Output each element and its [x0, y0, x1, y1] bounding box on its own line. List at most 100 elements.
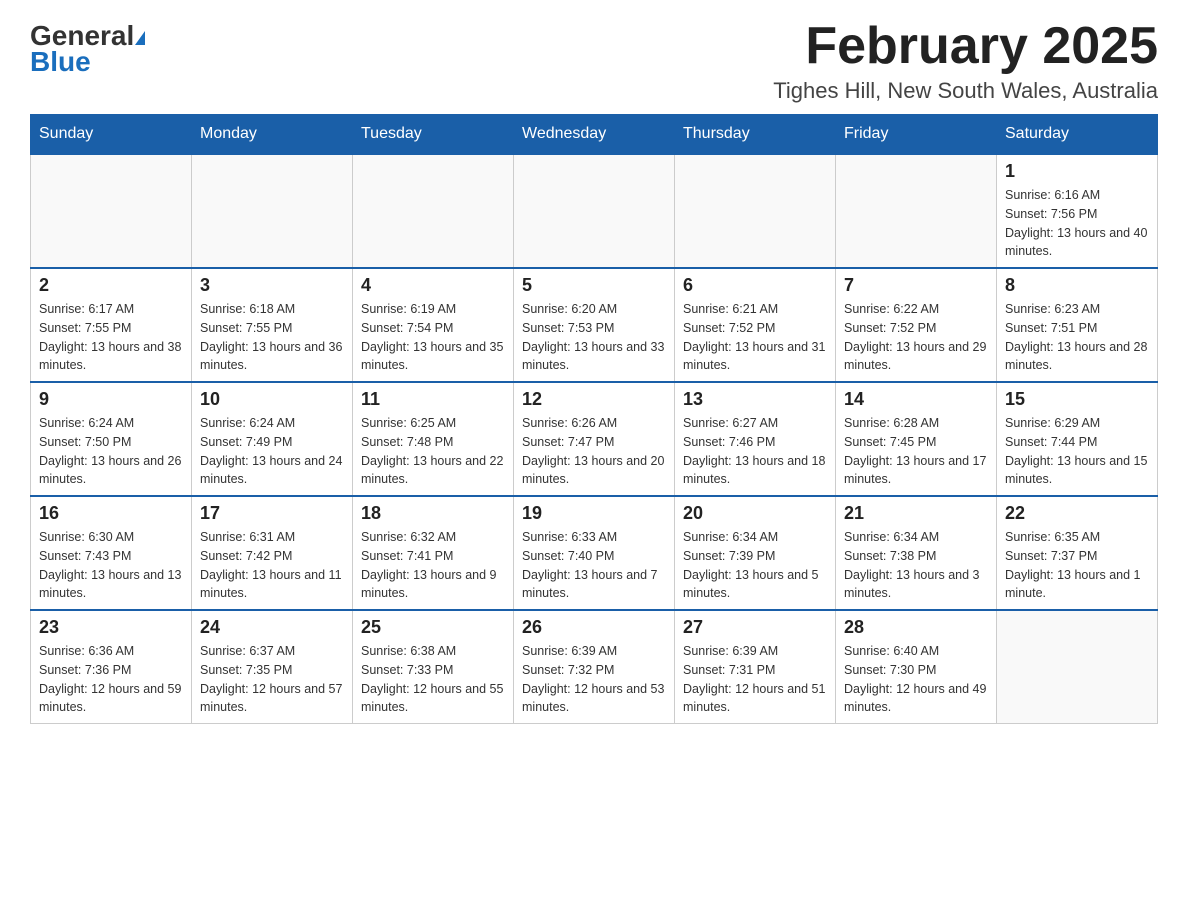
calendar-day-cell: 4Sunrise: 6:19 AM Sunset: 7:54 PM Daylig…	[353, 268, 514, 382]
day-number: 14	[844, 389, 988, 410]
day-info: Sunrise: 6:23 AM Sunset: 7:51 PM Dayligh…	[1005, 300, 1149, 375]
weekday-header-thursday: Thursday	[675, 115, 836, 155]
calendar-day-cell	[31, 154, 192, 268]
day-number: 5	[522, 275, 666, 296]
day-number: 23	[39, 617, 183, 638]
calendar-day-cell: 5 Sunrise: 6:20 AM Sunset: 7:53 PM Daylig…	[514, 268, 675, 382]
calendar-day-cell	[836, 154, 997, 268]
day-info: Sunrise: 6:16 AM Sunset: 7:56 PM Dayligh…	[1005, 186, 1149, 261]
calendar-day-cell: 27 Sunrise: 6:39 AM Sunset: 7:31 PM Dayli…	[675, 610, 836, 724]
day-number: 18	[361, 503, 505, 524]
calendar-day-cell	[353, 154, 514, 268]
title-area: February 2025 Tighes Hill, New South Wal…	[773, 20, 1158, 104]
day-number: 7	[844, 275, 988, 296]
day-info: Sunrise: 6:36 AM Sunset: 7:36 PM Dayligh…	[39, 642, 183, 717]
day-info: Sunrise: 6:19 AM Sunset: 7:54 PM Dayligh…	[361, 300, 505, 375]
day-number: 22	[1005, 503, 1149, 524]
calendar-day-cell: 13Sunrise: 6:27 AM Sunset: 7:46 PM Dayli…	[675, 382, 836, 496]
day-info: Sunrise: 6:21 AM Sunset: 7:52 PM Dayligh…	[683, 300, 827, 375]
calendar-day-cell: 17 Sunrise: 6:31 AM Sunset: 7:42 PM Dayli…	[192, 496, 353, 610]
month-title: February 2025	[773, 20, 1158, 72]
day-number: 15	[1005, 389, 1149, 410]
logo-blue: Blue	[30, 48, 91, 76]
day-info: Sunrise: 6:24 AM Sunset: 7:49 PM Dayligh…	[200, 414, 344, 489]
calendar-day-cell: 16 Sunrise: 6:30 AM Sunset: 7:43 PM Dayli…	[31, 496, 192, 610]
day-info: Sunrise: 6:27 AM Sunset: 7:46 PM Dayligh…	[683, 414, 827, 489]
day-number: 9	[39, 389, 183, 410]
calendar-day-cell: 20 Sunrise: 6:34 AM Sunset: 7:39 PM Dayli…	[675, 496, 836, 610]
calendar-table: SundayMondayTuesdayWednesdayThursdayFrid…	[30, 114, 1158, 724]
day-info: Sunrise: 6:24 AM Sunset: 7:50 PM Dayligh…	[39, 414, 183, 489]
day-info: Sunrise: 6:40 AM Sunset: 7:30 PM Dayligh…	[844, 642, 988, 717]
day-number: 2	[39, 275, 183, 296]
day-number: 24	[200, 617, 344, 638]
day-info: Sunrise: 6:20 AM Sunset: 7:53 PM Dayligh…	[522, 300, 666, 375]
calendar-day-cell	[192, 154, 353, 268]
day-number: 3	[200, 275, 344, 296]
day-number: 10	[200, 389, 344, 410]
day-number: 19	[522, 503, 666, 524]
page-header: General Blue February 2025 Tighes Hill, …	[30, 20, 1158, 104]
day-info: Sunrise: 6:25 AM Sunset: 7:48 PM Dayligh…	[361, 414, 505, 489]
calendar-day-cell: 10 Sunrise: 6:24 AM Sunset: 7:49 PM Dayli…	[192, 382, 353, 496]
weekday-header-wednesday: Wednesday	[514, 115, 675, 155]
day-info: Sunrise: 6:31 AM Sunset: 7:42 PM Dayligh…	[200, 528, 344, 603]
day-number: 28	[844, 617, 988, 638]
calendar-day-cell	[514, 154, 675, 268]
day-info: Sunrise: 6:37 AM Sunset: 7:35 PM Dayligh…	[200, 642, 344, 717]
weekday-header-sunday: Sunday	[31, 115, 192, 155]
calendar-day-cell: 12 Sunrise: 6:26 AM Sunset: 7:47 PM Dayli…	[514, 382, 675, 496]
day-number: 16	[39, 503, 183, 524]
day-info: Sunrise: 6:22 AM Sunset: 7:52 PM Dayligh…	[844, 300, 988, 375]
calendar-day-cell: 2 Sunrise: 6:17 AM Sunset: 7:55 PM Daylig…	[31, 268, 192, 382]
calendar-day-cell: 23 Sunrise: 6:36 AM Sunset: 7:36 PM Dayli…	[31, 610, 192, 724]
day-info: Sunrise: 6:30 AM Sunset: 7:43 PM Dayligh…	[39, 528, 183, 603]
day-info: Sunrise: 6:26 AM Sunset: 7:47 PM Dayligh…	[522, 414, 666, 489]
day-number: 26	[522, 617, 666, 638]
weekday-header-tuesday: Tuesday	[353, 115, 514, 155]
calendar-day-cell	[997, 610, 1158, 724]
calendar-day-cell: 15 Sunrise: 6:29 AM Sunset: 7:44 PM Dayli…	[997, 382, 1158, 496]
day-number: 8	[1005, 275, 1149, 296]
calendar-week-row: 2 Sunrise: 6:17 AM Sunset: 7:55 PM Daylig…	[31, 268, 1158, 382]
calendar-week-row: 23 Sunrise: 6:36 AM Sunset: 7:36 PM Dayli…	[31, 610, 1158, 724]
day-number: 1	[1005, 161, 1149, 182]
day-number: 6	[683, 275, 827, 296]
logo: General Blue	[30, 20, 147, 76]
calendar-day-cell: 18 Sunrise: 6:32 AM Sunset: 7:41 PM Dayli…	[353, 496, 514, 610]
calendar-week-row: 1 Sunrise: 6:16 AM Sunset: 7:56 PM Daylig…	[31, 154, 1158, 268]
day-number: 11	[361, 389, 505, 410]
day-number: 21	[844, 503, 988, 524]
day-number: 12	[522, 389, 666, 410]
calendar-day-cell: 28 Sunrise: 6:40 AM Sunset: 7:30 PM Dayli…	[836, 610, 997, 724]
weekday-header-monday: Monday	[192, 115, 353, 155]
day-info: Sunrise: 6:33 AM Sunset: 7:40 PM Dayligh…	[522, 528, 666, 603]
calendar-day-cell: 14 Sunrise: 6:28 AM Sunset: 7:45 PM Dayli…	[836, 382, 997, 496]
day-info: Sunrise: 6:28 AM Sunset: 7:45 PM Dayligh…	[844, 414, 988, 489]
day-info: Sunrise: 6:39 AM Sunset: 7:31 PM Dayligh…	[683, 642, 827, 717]
calendar-day-cell: 6 Sunrise: 6:21 AM Sunset: 7:52 PM Daylig…	[675, 268, 836, 382]
weekday-header-row: SundayMondayTuesdayWednesdayThursdayFrid…	[31, 115, 1158, 155]
day-number: 27	[683, 617, 827, 638]
day-info: Sunrise: 6:38 AM Sunset: 7:33 PM Dayligh…	[361, 642, 505, 717]
calendar-day-cell: 11 Sunrise: 6:25 AM Sunset: 7:48 PM Dayli…	[353, 382, 514, 496]
calendar-day-cell: 8 Sunrise: 6:23 AM Sunset: 7:51 PM Daylig…	[997, 268, 1158, 382]
day-info: Sunrise: 6:29 AM Sunset: 7:44 PM Dayligh…	[1005, 414, 1149, 489]
calendar-day-cell: 1 Sunrise: 6:16 AM Sunset: 7:56 PM Daylig…	[997, 154, 1158, 268]
calendar-day-cell: 21 Sunrise: 6:34 AM Sunset: 7:38 PM Dayli…	[836, 496, 997, 610]
calendar-day-cell: 26Sunrise: 6:39 AM Sunset: 7:32 PM Dayli…	[514, 610, 675, 724]
calendar-day-cell: 19 Sunrise: 6:33 AM Sunset: 7:40 PM Dayli…	[514, 496, 675, 610]
day-info: Sunrise: 6:34 AM Sunset: 7:39 PM Dayligh…	[683, 528, 827, 603]
day-info: Sunrise: 6:34 AM Sunset: 7:38 PM Dayligh…	[844, 528, 988, 603]
day-number: 17	[200, 503, 344, 524]
calendar-day-cell: 3Sunrise: 6:18 AM Sunset: 7:55 PM Daylig…	[192, 268, 353, 382]
day-info: Sunrise: 6:32 AM Sunset: 7:41 PM Dayligh…	[361, 528, 505, 603]
calendar-day-cell: 9 Sunrise: 6:24 AM Sunset: 7:50 PM Daylig…	[31, 382, 192, 496]
location-title: Tighes Hill, New South Wales, Australia	[773, 78, 1158, 104]
day-info: Sunrise: 6:17 AM Sunset: 7:55 PM Dayligh…	[39, 300, 183, 375]
day-number: 20	[683, 503, 827, 524]
day-info: Sunrise: 6:35 AM Sunset: 7:37 PM Dayligh…	[1005, 528, 1149, 603]
weekday-header-friday: Friday	[836, 115, 997, 155]
calendar-day-cell: 7 Sunrise: 6:22 AM Sunset: 7:52 PM Daylig…	[836, 268, 997, 382]
calendar-day-cell: 24 Sunrise: 6:37 AM Sunset: 7:35 PM Dayli…	[192, 610, 353, 724]
